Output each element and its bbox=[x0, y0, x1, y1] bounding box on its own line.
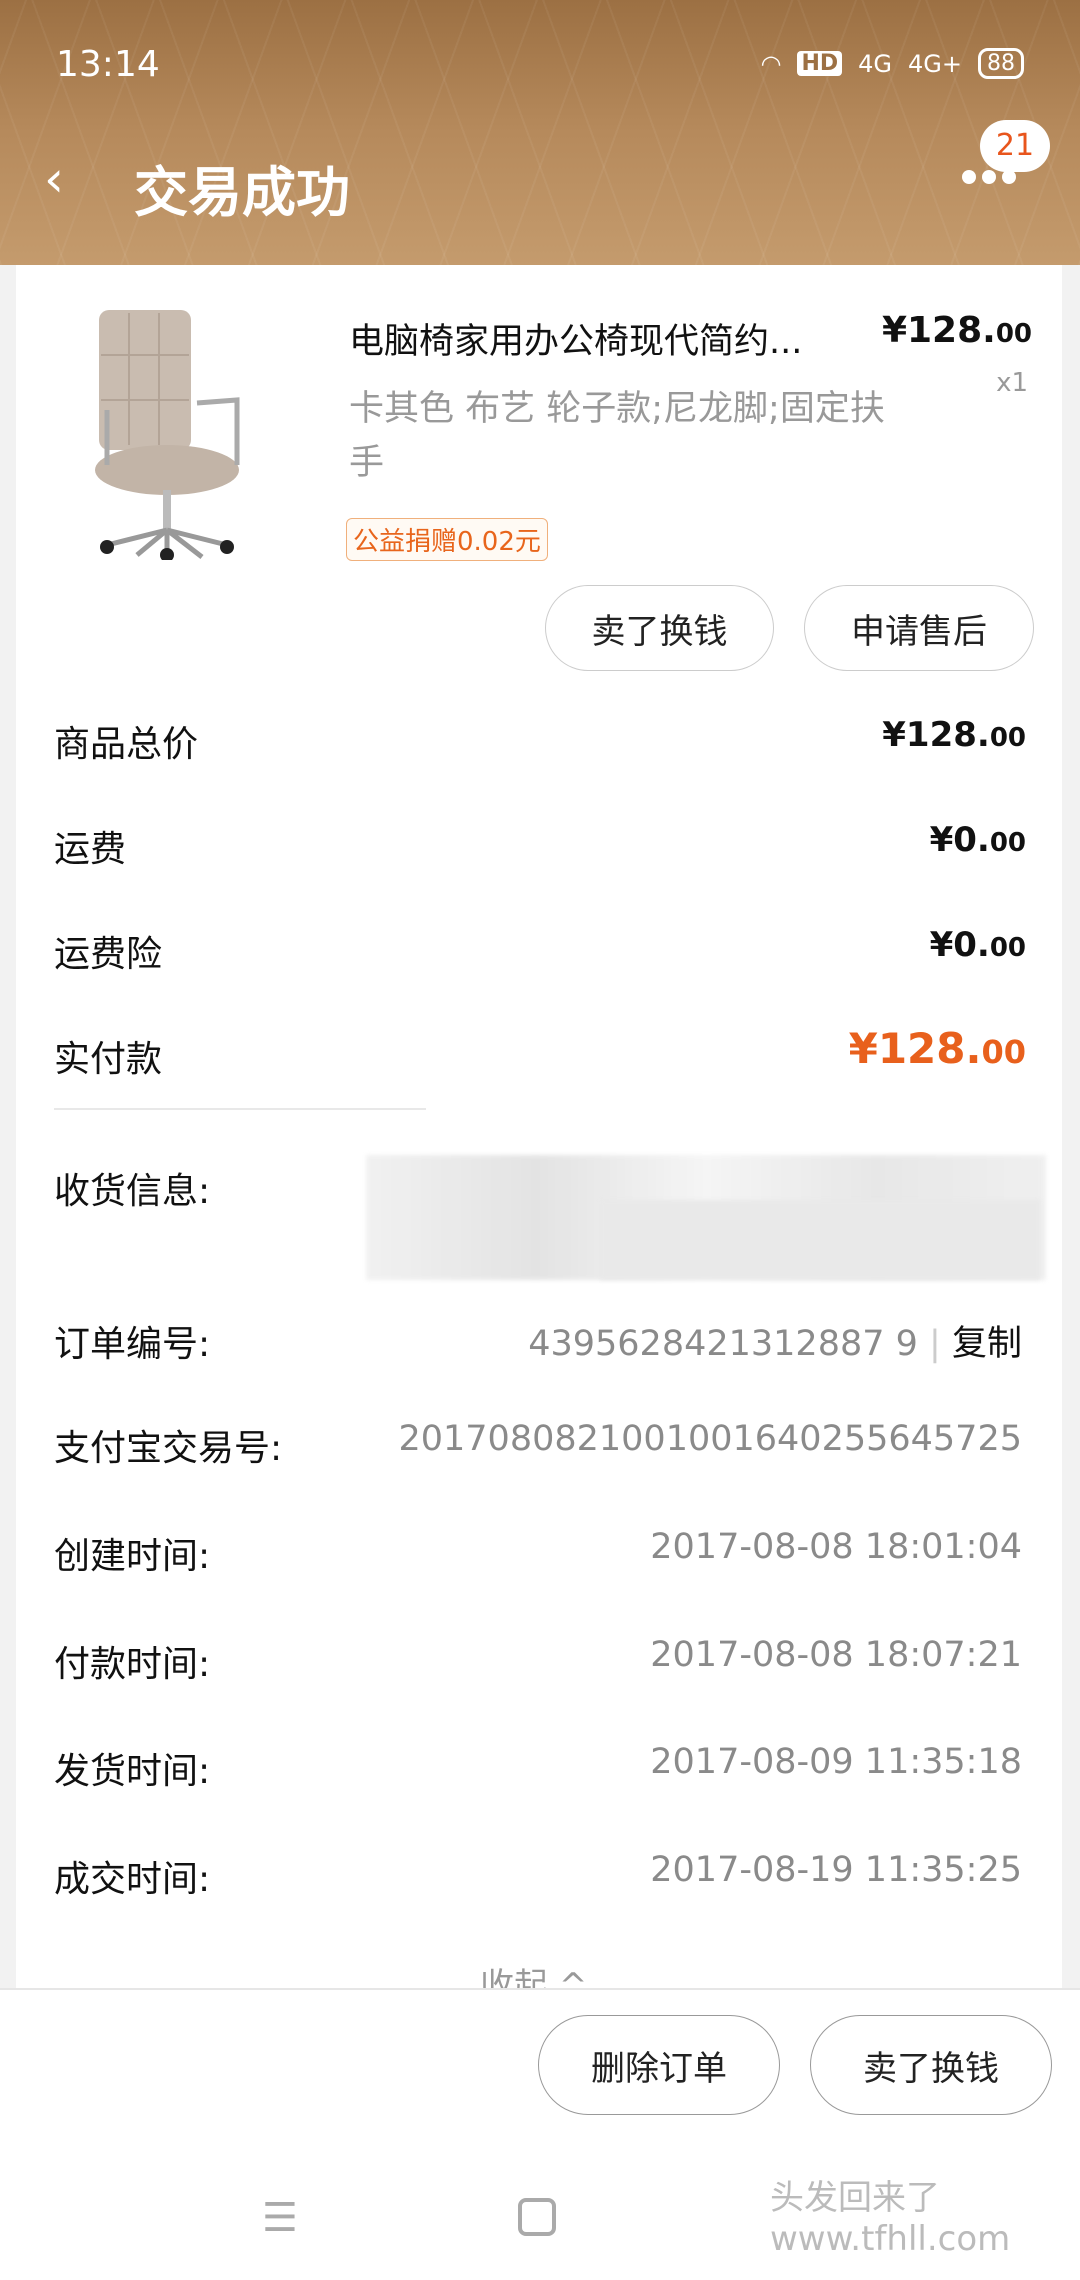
summary-value: ¥0.00 bbox=[929, 925, 1026, 965]
message-badge: 21 bbox=[980, 120, 1050, 172]
page-title: 交易成功 bbox=[134, 161, 350, 224]
summary-label: 商品总价 bbox=[54, 724, 199, 765]
shipping-info-label: 收货信息: bbox=[54, 1171, 211, 1212]
summary-value: ¥0.00 bbox=[929, 820, 1026, 860]
info-value: 2017-08-08 18:01:04 bbox=[650, 1527, 1022, 1567]
info-value: 2017080821001001640255645725 bbox=[398, 1419, 1022, 1459]
info-label: 支付宝交易号: bbox=[54, 1428, 283, 1469]
info-value: 2017-08-08 18:07:21 bbox=[650, 1635, 1022, 1675]
delete-order-button[interactable]: 删除订单 bbox=[538, 2015, 780, 2115]
divider bbox=[54, 1108, 426, 1110]
summary-label: 实付款 bbox=[54, 1039, 163, 1080]
redacted-shipping-info bbox=[600, 1200, 1040, 1280]
paid-amount: ¥128.00 bbox=[848, 1024, 1026, 1073]
more-dots-icon[interactable] bbox=[962, 170, 1016, 184]
wifi-icon: ◠ bbox=[760, 49, 782, 78]
watermark: 头发回来了 www.tfhll.com bbox=[770, 2178, 1011, 2259]
request-after-sale-button[interactable]: 申请售后 bbox=[804, 585, 1034, 671]
info-value: 2017-08-19 11:35:25 bbox=[650, 1850, 1022, 1890]
status-icons: ◠ HD 4G 4G+ 88 bbox=[760, 48, 1024, 79]
info-label: 付款时间: bbox=[54, 1644, 211, 1685]
info-label: 发货时间: bbox=[54, 1751, 211, 1792]
summary-value: ¥128.00 bbox=[882, 715, 1026, 755]
product-image[interactable] bbox=[87, 305, 277, 560]
info-label: 创建时间: bbox=[54, 1536, 211, 1577]
hd-icon: HD bbox=[797, 51, 843, 76]
summary-label: 运费 bbox=[54, 829, 127, 870]
sell-for-cash-button[interactable]: 卖了换钱 bbox=[545, 585, 774, 671]
product-quantity: x1 bbox=[996, 368, 1028, 398]
order-number-label: 订单编号: bbox=[54, 1324, 211, 1365]
sell-for-cash-button[interactable]: 卖了换钱 bbox=[810, 2015, 1052, 2115]
status-time: 13:14 bbox=[56, 44, 160, 85]
signal-icon: 4G+ bbox=[908, 49, 962, 78]
info-label: 成交时间: bbox=[54, 1859, 211, 1900]
info-value: 2017-08-09 11:35:18 bbox=[650, 1742, 1022, 1782]
charity-badge: 公益捐赠0.02元 bbox=[346, 518, 548, 561]
product-spec: 卡其色 布艺 轮子款;尼龙脚;固定扶手 bbox=[349, 389, 885, 483]
copy-button[interactable]: 复制 bbox=[952, 1324, 1022, 1364]
order-number-value: 4395628421312887 9 | 复制 bbox=[528, 1324, 1022, 1364]
signal-icon: 4G bbox=[858, 49, 893, 78]
summary-label: 运费险 bbox=[54, 934, 163, 975]
battery-icon: 88 bbox=[978, 48, 1024, 79]
product-price: ¥128.00 bbox=[881, 310, 1032, 351]
chevron-left-icon[interactable]: ‹ bbox=[44, 150, 64, 208]
header: 13:14 ◠ HD 4G 4G+ 88 ‹ 交易成功 21 bbox=[0, 0, 1080, 265]
home-icon[interactable] bbox=[518, 2198, 556, 2236]
product-title[interactable]: 电脑椅家用办公椅现代简约... bbox=[349, 313, 802, 364]
menu-icon[interactable]: ☰ bbox=[262, 2195, 298, 2241]
